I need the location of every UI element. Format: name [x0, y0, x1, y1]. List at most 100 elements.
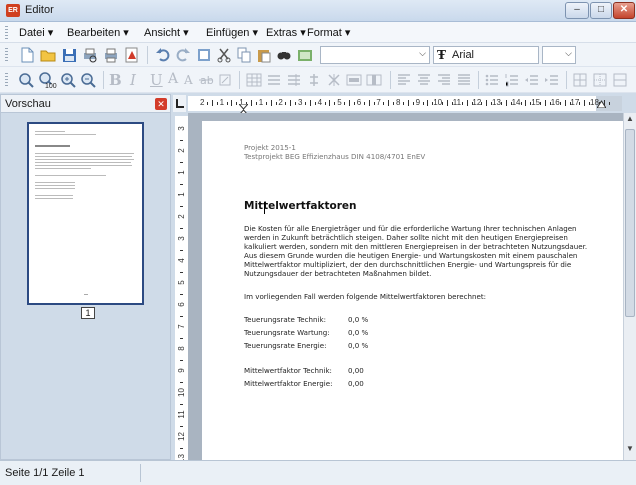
find-icon[interactable]: [276, 47, 292, 63]
scroll-up-icon[interactable]: ▲: [624, 114, 636, 128]
ruler-tick: [180, 228, 183, 229]
doc-paragraph-line: werden in Zukunft beträchtlich steigen. …: [244, 233, 568, 242]
redo-icon[interactable]: [175, 47, 191, 63]
menu-ansicht[interactable]: Ansicht ▾: [144, 26, 189, 39]
align-center-icon[interactable]: [416, 72, 432, 88]
copy-icon[interactable]: [236, 47, 252, 63]
scroll-down-icon[interactable]: ▼: [624, 444, 636, 458]
ruler-label: 13: [492, 98, 501, 107]
table-split-icon[interactable]: [306, 72, 322, 88]
ruler-tick: [412, 102, 414, 105]
toolbar-separator: [566, 71, 567, 89]
paste-icon[interactable]: [256, 47, 272, 63]
window-title: Editor: [25, 4, 54, 16]
ruler-tick: [180, 426, 183, 427]
horizontal-ruler[interactable]: 2 1 1 1 2 3 4 5 6 7 8 9 10 11 12 13 14 15 16 17 18: [188, 96, 622, 111]
close-button[interactable]: ✕: [613, 2, 635, 19]
menu-einfuegen[interactable]: Einfügen ▾: [206, 26, 258, 39]
align-right-icon[interactable]: [436, 72, 452, 88]
underline-button[interactable]: U: [150, 71, 163, 89]
table-icon[interactable]: [246, 72, 262, 88]
decrease-indent-icon[interactable]: [524, 72, 540, 88]
font-combo[interactable]: Ŧ Arial: [433, 46, 539, 64]
clear-format-icon[interactable]: [217, 72, 233, 88]
cut-icon[interactable]: [216, 47, 232, 63]
shrink-font-button[interactable]: A: [184, 73, 193, 87]
ruler-tick: [180, 184, 183, 185]
ruler-tick: [295, 102, 297, 105]
scrollbar-thumb[interactable]: [625, 129, 635, 317]
menu-datei[interactable]: Datei ▾: [19, 26, 53, 39]
strikethrough-icon[interactable]: ab: [198, 72, 214, 88]
grow-font-button[interactable]: A: [168, 71, 178, 87]
zoom-in-icon[interactable]: [60, 72, 76, 88]
page-thumbnail[interactable]: [27, 122, 144, 305]
ruler-label: 2: [177, 148, 186, 153]
ruler-tick: [180, 382, 183, 383]
zoom-fit-icon[interactable]: [18, 72, 34, 88]
export-pdf-icon[interactable]: [124, 47, 140, 63]
undo-icon[interactable]: [155, 47, 171, 63]
maximize-button[interactable]: □: [590, 2, 612, 19]
print-icon[interactable]: [103, 47, 119, 63]
align-justify-icon[interactable]: [456, 72, 472, 88]
ruler-tick: [559, 102, 561, 105]
minimize-button[interactable]: –: [565, 2, 589, 19]
new-document-icon[interactable]: [19, 47, 35, 63]
ruler-label: 3: [298, 98, 303, 107]
ruler-tick: [393, 102, 395, 105]
document-page[interactable]: Projekt 2015-1 Testprojekt BEG Effizienz…: [202, 121, 623, 460]
numbered-list-icon[interactable]: [504, 72, 520, 88]
menu-extras[interactable]: Extras ▾: [266, 26, 306, 39]
cell-shading-icon[interactable]: [612, 72, 628, 88]
italic-button[interactable]: I: [130, 71, 136, 89]
ruler-tick: [608, 102, 610, 105]
borders-icon[interactable]: [572, 72, 588, 88]
zoom-out-icon[interactable]: [80, 72, 96, 88]
ruler-tick: [275, 102, 277, 105]
ruler-tick: [520, 102, 522, 105]
bullet-list-icon[interactable]: [484, 72, 500, 88]
ruler-tick: [180, 140, 183, 141]
rate-value: 0,0 %: [348, 341, 369, 350]
vertical-scrollbar[interactable]: ▲ ▼: [623, 113, 636, 460]
open-folder-icon[interactable]: [40, 47, 56, 63]
right-indent-marker-icon[interactable]: [597, 99, 606, 108]
ruler-tick: [180, 316, 183, 317]
text-cursor: [264, 202, 265, 214]
select-all-icon[interactable]: [196, 47, 212, 63]
table-merge-icon[interactable]: [326, 72, 342, 88]
table-delete-col-icon[interactable]: [366, 72, 382, 88]
font-size-combo[interactable]: ⌵: [542, 46, 576, 64]
menu-format[interactable]: Format ▾: [307, 26, 350, 39]
table-delete-row-icon[interactable]: [346, 72, 362, 88]
print-preview-icon[interactable]: [82, 47, 98, 63]
ruler-label: 7: [376, 98, 381, 107]
save-icon[interactable]: [61, 47, 77, 63]
ruler-tick: [427, 100, 429, 106]
menu-bearbeiten[interactable]: Bearbeiten ▾: [67, 26, 129, 39]
ruler-tick: [314, 102, 316, 105]
vertical-ruler[interactable]: 3 2 1 1 2 3 4 5 6 7 8 9 10 11 12 13: [175, 116, 188, 460]
refresh-icon[interactable]: [297, 47, 313, 63]
ruler-label: 12: [177, 432, 186, 441]
ruler-label: 16: [550, 98, 560, 107]
ruler-label: 7: [177, 324, 186, 329]
ruler-label: 10: [177, 388, 186, 397]
factor-value: 0,00: [348, 366, 364, 375]
close-icon[interactable]: ✕: [155, 98, 167, 110]
ruler-tick: [180, 272, 183, 273]
thumbnail-page-number: 1: [81, 307, 95, 319]
increase-indent-icon[interactable]: [544, 72, 560, 88]
doc-header-line-1: Projekt 2015-1: [244, 143, 296, 152]
bold-button[interactable]: B: [109, 71, 122, 89]
ruler-tick: [255, 102, 257, 105]
style-combo[interactable]: ⌵: [320, 46, 430, 64]
ruler-tick: [422, 102, 424, 105]
insert-row-icon[interactable]: [266, 72, 282, 88]
inner-borders-icon[interactable]: [592, 72, 608, 88]
ruler-label: 4: [317, 98, 323, 107]
align-left-icon[interactable]: [396, 72, 412, 88]
document-area[interactable]: Projekt 2015-1 Testprojekt BEG Effizienz…: [188, 113, 623, 460]
insert-column-icon[interactable]: [286, 72, 302, 88]
